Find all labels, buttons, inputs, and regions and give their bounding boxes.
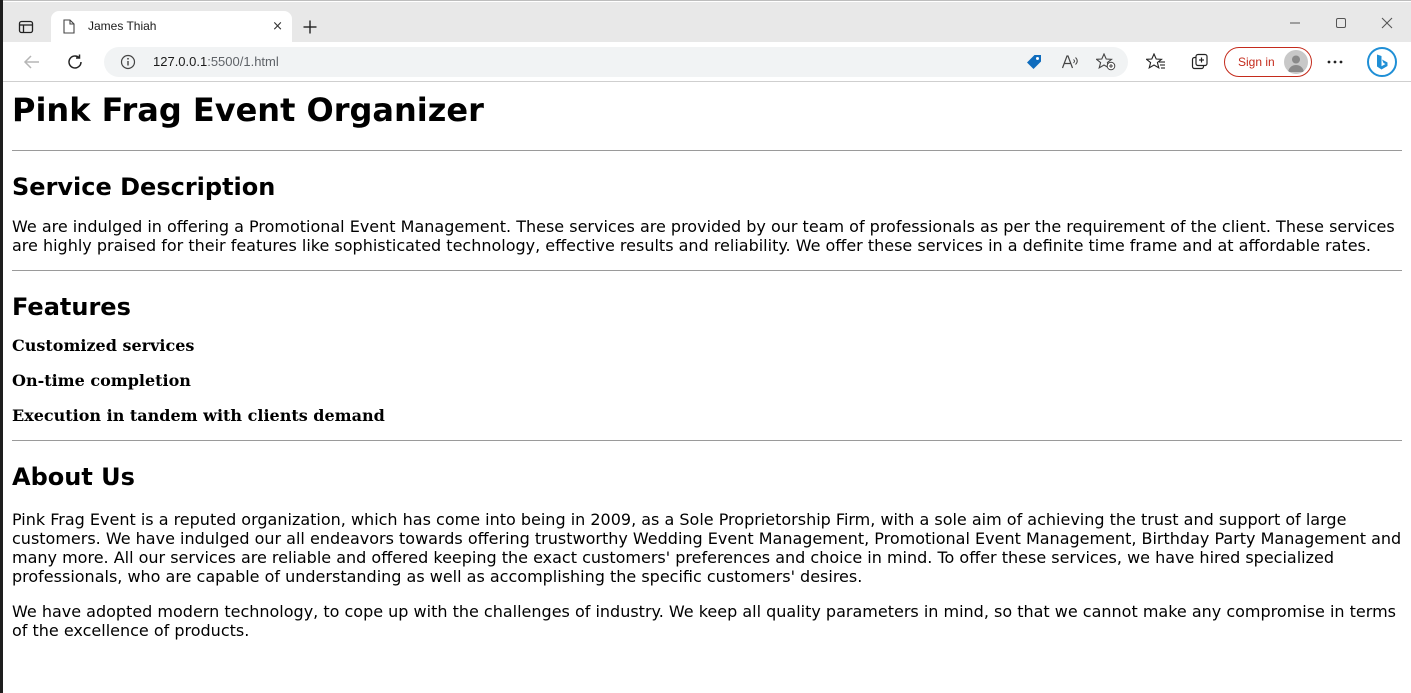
maximize-button[interactable] [1331,14,1351,32]
favorites-icon [1146,53,1165,69]
more-icon [1327,60,1343,64]
favorites-button[interactable] [1145,51,1167,73]
tab-title: James Thiah [88,19,157,33]
url-text[interactable]: 127.0.0.1:5500/1.html [153,54,279,69]
avatar-icon [1284,50,1308,74]
close-icon[interactable]: × [272,20,283,34]
read-aloud-icon[interactable] [1060,53,1080,71]
service-description: We are indulged in offering a Promotiona… [12,217,1395,255]
window-close-icon [1381,17,1393,29]
features-heading: Features [12,293,131,321]
plus-icon [303,20,317,34]
tab-active[interactable]: James Thiah × [51,11,292,43]
browser-toolbar: 127.0.0.1:5500/1.html Sign in [3,42,1411,82]
divider [12,440,1402,441]
collections-icon [1191,53,1208,70]
page-title: Pink Frag Event Organizer [12,91,484,129]
tab-strip: James Thiah × [3,2,1411,43]
reload-button[interactable] [64,51,86,73]
back-button[interactable] [21,51,43,73]
new-tab-button[interactable] [299,16,321,38]
sign-in-button[interactable]: Sign in [1224,47,1312,77]
minimize-button[interactable] [1285,14,1305,32]
more-button[interactable] [1324,51,1346,73]
minimize-icon [1290,22,1300,24]
maximize-icon [1336,18,1346,28]
about-paragraph: Pink Frag Event is a reputed organizatio… [12,510,1402,586]
divider [12,150,1402,151]
tab-actions-icon[interactable] [15,16,37,38]
url-host: 127.0.0.1 [153,54,208,69]
service-heading: Service Description [12,173,276,201]
bing-icon[interactable] [1367,47,1397,77]
reload-icon [68,54,82,69]
tag-icon[interactable] [1024,53,1044,71]
collections-button[interactable] [1189,51,1211,73]
about-heading: About Us [12,463,135,491]
about-paragraph: We have adopted modern technology, to co… [12,602,1396,640]
page-icon [63,19,75,38]
info-icon[interactable] [120,54,136,74]
window-close-button[interactable] [1377,14,1397,32]
sign-in-label: Sign in [1238,55,1275,69]
feature-item: Customized services [12,336,195,355]
url-path: :5500/1.html [207,54,279,69]
browser-window: James Thiah × 127.0.0.1:5500/1.html Sign… [3,0,1411,693]
feature-item: On-time completion [12,371,191,390]
feature-item: Execution in tandem with clients demand [12,406,385,425]
divider [12,270,1402,271]
star-plus-icon[interactable] [1096,53,1116,71]
page-content: Pink Frag Event Organizer Service Descri… [12,83,1402,640]
back-arrow-icon [23,55,39,69]
address-bar[interactable]: 127.0.0.1:5500/1.html [104,47,1128,77]
